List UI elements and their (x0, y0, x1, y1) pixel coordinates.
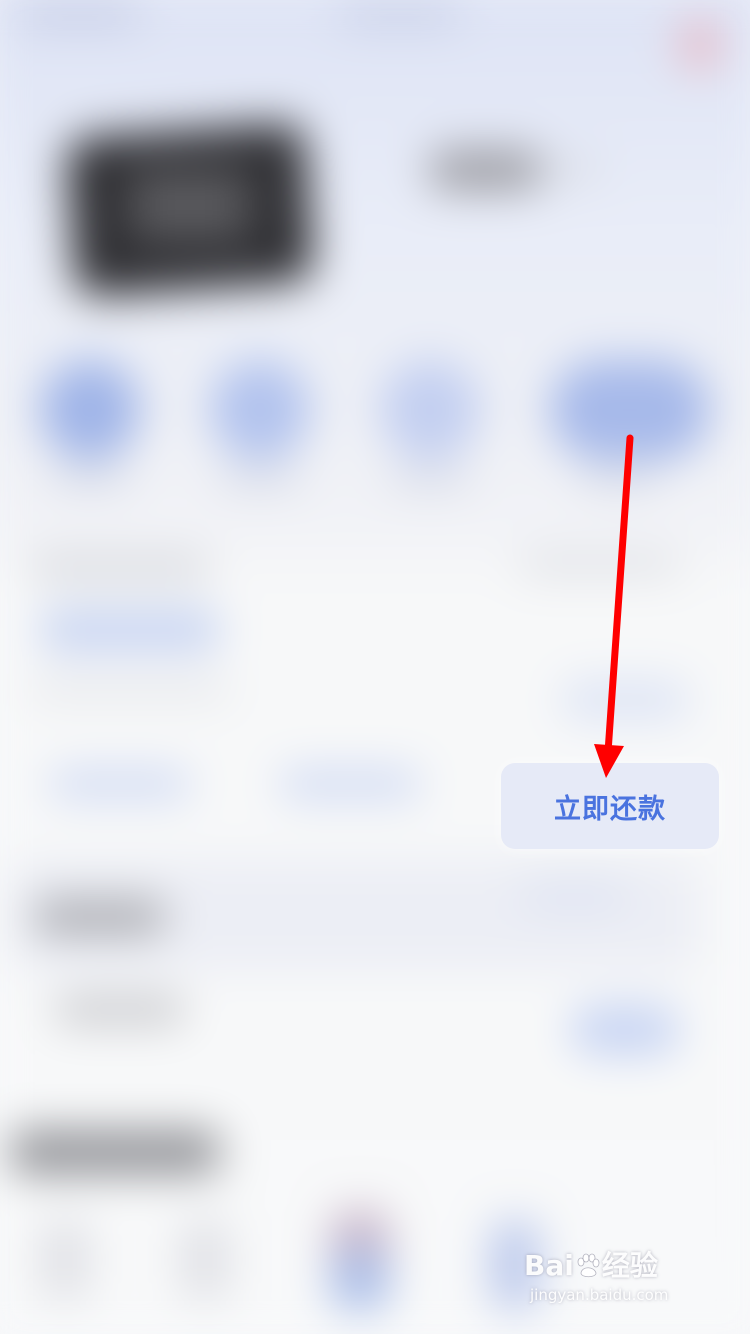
card-image-detail (130, 170, 250, 240)
service-item-button[interactable] (570, 1005, 680, 1055)
service-item-text (55, 995, 185, 1025)
watermark-brand-right: 经验 (601, 1249, 658, 1282)
blurred-background (0, 0, 750, 1334)
recommend-item-1[interactable] (40, 1220, 90, 1300)
watermark-url: jingyan.baidu.com (530, 1286, 669, 1304)
status-bar-center (340, 0, 460, 28)
bill-section-link[interactable] (520, 555, 680, 575)
recommend-section-title (10, 1130, 220, 1174)
watermark-brand: Bai 经验 (524, 1250, 714, 1282)
repay-now-button[interactable]: 立即还款 (501, 763, 719, 849)
repay-now-label: 立即还款 (554, 793, 666, 825)
bill-action-link-2[interactable] (280, 770, 420, 798)
recommend-item-2[interactable] (180, 1220, 230, 1300)
bill-amount (40, 610, 220, 650)
quick-action-label-1 (50, 470, 130, 488)
quick-action-2[interactable] (210, 360, 310, 460)
quick-action-4[interactable] (550, 360, 710, 460)
card-name (430, 150, 540, 190)
watermark-brand-left: Bai (524, 1249, 574, 1282)
app-screen: 立即还款 Bai 经验 jingyan.baidu.com (0, 0, 750, 1334)
bill-section-title (30, 555, 210, 579)
card-name-suffix (540, 160, 600, 180)
recommend-item-3-detail (330, 1250, 390, 1310)
service-section-link[interactable] (520, 880, 630, 910)
paw-icon (577, 1253, 600, 1278)
status-bar-left (20, 0, 140, 26)
bill-tag (560, 680, 690, 720)
quick-action-1[interactable] (40, 360, 140, 460)
quick-action-label-4 (580, 470, 660, 488)
quick-action-label-2 (220, 470, 300, 488)
status-bar-right (680, 20, 720, 70)
quick-action-3[interactable] (380, 360, 480, 460)
bill-action-link-1[interactable] (50, 770, 190, 798)
quick-action-label-3 (390, 470, 470, 488)
bill-due-date (30, 680, 230, 698)
service-section-title (35, 900, 165, 934)
baidu-jingyan-watermark: Bai 经验 jingyan.baidu.com (524, 1250, 714, 1320)
